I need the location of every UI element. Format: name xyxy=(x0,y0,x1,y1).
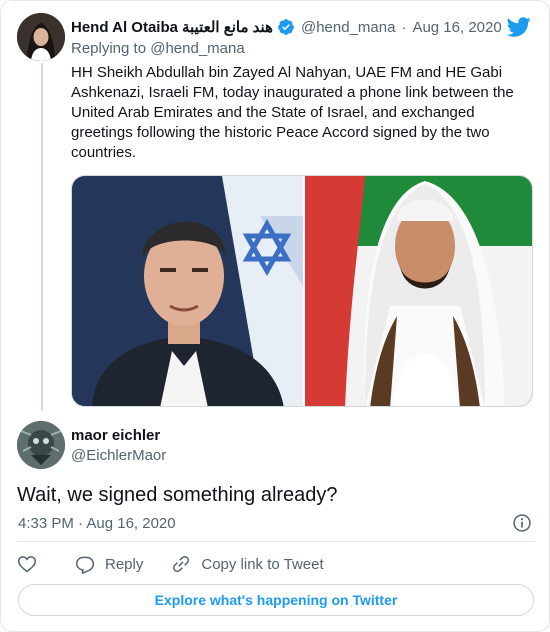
replying-to-line: Replying to @hend_mana xyxy=(71,40,245,57)
twitter-bird-icon[interactable] xyxy=(507,15,531,39)
main-author-avatar[interactable] xyxy=(17,421,65,469)
parent-author-name-arabic[interactable]: هند مانع العتيبة xyxy=(182,18,273,36)
explore-twitter-button[interactable]: Explore what's happening on Twitter xyxy=(18,584,534,616)
media-photo-left xyxy=(72,176,303,406)
parent-author-handle[interactable]: @hend_mana xyxy=(301,19,395,36)
parent-author-name[interactable]: Hend Al Otaiba xyxy=(71,19,178,36)
reply-icon xyxy=(75,556,95,574)
copy-link-button[interactable]: Copy link to Tweet xyxy=(171,554,324,574)
copy-link-label: Copy link to Tweet xyxy=(201,555,324,573)
main-author-handle[interactable]: @EichlerMaor xyxy=(71,447,166,464)
replying-to-prefix: Replying to xyxy=(71,40,147,57)
main-tweet-text: Wait, we signed something already? xyxy=(17,484,338,506)
parent-tweet-date[interactable]: Aug 16, 2020 xyxy=(412,19,501,36)
embedded-tweet-card: Hend Al Otaiba هند مانع العتيبة @hend_ma… xyxy=(0,0,550,632)
heart-icon xyxy=(17,556,37,573)
main-tweet-timestamp[interactable]: 4:33 PM · Aug 16, 2020 xyxy=(18,515,176,532)
like-button[interactable] xyxy=(17,554,47,574)
reply-label: Reply xyxy=(105,555,144,573)
thread-connector-line xyxy=(41,63,43,411)
action-bar: Reply Copy link to Tweet xyxy=(17,551,352,577)
parent-tweet-header: Hend Al Otaiba هند مانع العتيبة @hend_ma… xyxy=(71,17,502,37)
divider-top xyxy=(17,541,535,542)
verified-badge-icon xyxy=(278,19,294,35)
parent-tweet-media[interactable] xyxy=(71,175,533,407)
replying-to-handle[interactable]: @hend_mana xyxy=(150,40,244,57)
parent-author-avatar[interactable] xyxy=(17,13,65,61)
parent-tweet-text: HH Sheikh Abdullah bin Zayed Al Nahyan, … xyxy=(71,64,514,161)
main-author-name[interactable]: maor eichler xyxy=(71,427,160,444)
header-separator: · xyxy=(401,18,407,36)
reply-button[interactable]: Reply xyxy=(75,554,143,574)
media-photo-right xyxy=(305,176,532,406)
info-icon[interactable] xyxy=(512,513,532,533)
link-icon xyxy=(173,555,190,573)
